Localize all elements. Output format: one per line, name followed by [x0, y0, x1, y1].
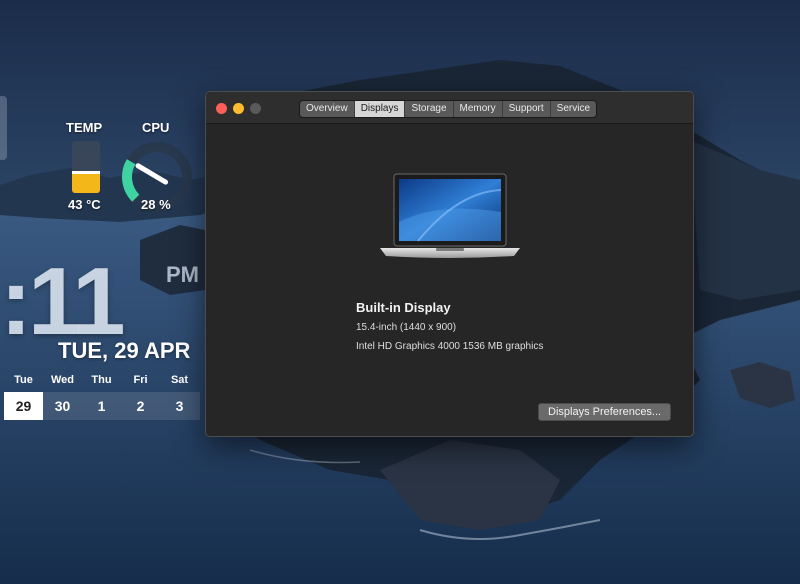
calendar-weekdays: Tue Wed Thu Fri Sat	[4, 372, 200, 388]
calendar-weekday: Sat	[170, 374, 189, 386]
cpu-gauge-arc	[122, 159, 140, 202]
calendar-date[interactable]: 3	[160, 392, 199, 420]
screen-edge-handle	[0, 96, 7, 160]
zoom-window-button[interactable]	[250, 103, 261, 114]
tab-service[interactable]: Service	[551, 101, 596, 117]
display-size: 15.4-inch (1440 x 900)	[356, 322, 457, 333]
segmented-tab-bar: Overview Displays Storage Memory Support…	[299, 100, 598, 118]
window-titlebar[interactable]: Overview Displays Storage Memory Support…	[206, 92, 693, 124]
clock-digits: :11	[0, 248, 125, 355]
temp-bar	[72, 141, 100, 193]
laptop-display-icon	[380, 173, 520, 258]
clock-date: TUE, 29 APR	[58, 338, 191, 363]
close-window-button[interactable]	[216, 103, 227, 114]
cpu-label: CPU	[142, 120, 170, 135]
calendar-weekday: Thu	[91, 374, 112, 386]
tab-storage[interactable]: Storage	[405, 101, 454, 117]
tab-displays[interactable]: Displays	[354, 101, 406, 117]
calendar-weekday: Fri	[133, 374, 148, 386]
cpu-value: 28 %	[141, 197, 171, 212]
calendar-date[interactable]: 2	[121, 392, 160, 420]
window-content: Built-in Display 15.4-inch (1440 x 900) …	[206, 124, 693, 436]
temp-value: 43 °C	[68, 197, 101, 212]
tab-support[interactable]: Support	[503, 101, 551, 117]
temp-label: TEMP	[66, 120, 103, 135]
calendar-date[interactable]: 30	[43, 392, 82, 420]
display-title: Built-in Display	[356, 300, 451, 315]
minimize-window-button[interactable]	[233, 103, 244, 114]
calendar-date-today[interactable]: 29	[4, 392, 43, 420]
calendar-date[interactable]: 1	[82, 392, 121, 420]
calendar-weekday: Tue	[14, 374, 33, 386]
clock-ampm: PM	[166, 262, 199, 287]
calendar-weekday: Wed	[50, 374, 75, 386]
about-this-mac-window: Overview Displays Storage Memory Support…	[205, 91, 694, 437]
temp-bar-fill	[72, 171, 100, 193]
tab-memory[interactable]: Memory	[454, 101, 503, 117]
display-graphics: Intel HD Graphics 4000 1536 MB graphics	[356, 341, 544, 352]
calendar-strip: Tue Wed Thu Fri Sat 29 30 1 2 3	[4, 372, 200, 420]
calendar-dates: 29 30 1 2 3	[4, 392, 200, 420]
displays-preferences-button[interactable]: Displays Preferences...	[538, 403, 672, 421]
tab-overview[interactable]: Overview	[300, 101, 355, 117]
cpu-gauge-needle	[135, 163, 169, 185]
